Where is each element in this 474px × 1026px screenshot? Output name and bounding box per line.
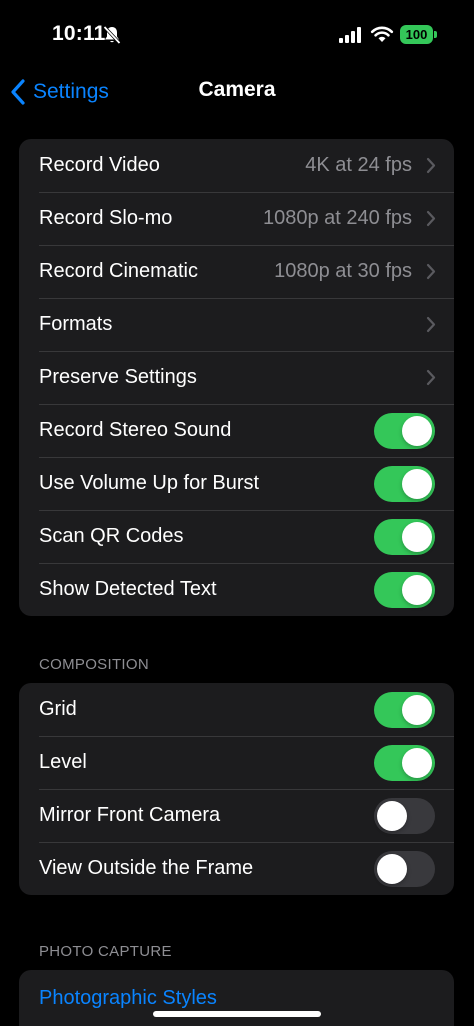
- formats-row[interactable]: Formats: [19, 298, 454, 351]
- volume-up-burst-toggle[interactable]: [374, 465, 435, 502]
- record-video-row[interactable]: Record Video 4K at 24 fps: [19, 139, 454, 192]
- row-label: Level: [39, 751, 87, 773]
- row-label: Scan QR Codes: [39, 525, 184, 547]
- level-toggle[interactable]: [374, 744, 435, 781]
- toggle-knob: [402, 468, 432, 499]
- photographic-styles-row[interactable]: Photographic Styles: [19, 970, 454, 1026]
- view-outside-frame-toggle[interactable]: [374, 850, 435, 887]
- view-outside-frame-row: View Outside the Frame: [19, 842, 454, 895]
- home-indicator: [153, 1011, 321, 1017]
- toggle-knob: [377, 800, 407, 831]
- mirror-front-camera-toggle[interactable]: [374, 797, 435, 834]
- toggle-knob: [402, 747, 432, 778]
- toggle-knob: [402, 415, 432, 446]
- record-cinematic-row[interactable]: Record Cinematic 1080p at 30 fps: [19, 245, 454, 298]
- row-label: Use Volume Up for Burst: [39, 472, 260, 494]
- photo-capture-group: Photographic Styles: [19, 970, 454, 1026]
- record-stereo-sound-toggle[interactable]: [374, 412, 435, 449]
- volume-up-burst-row: Use Volume Up for Burst: [19, 457, 454, 510]
- photographic-styles-link[interactable]: Photographic Styles: [39, 987, 217, 1010]
- record-stereo-sound-row: Record Stereo Sound: [19, 404, 454, 457]
- row-label: Mirror Front Camera: [39, 804, 221, 826]
- row-label: Preserve Settings: [39, 366, 197, 388]
- row-label: Show Detected Text: [39, 578, 217, 600]
- grid-toggle[interactable]: [374, 691, 435, 728]
- chevron-right-icon: [426, 369, 436, 386]
- mirror-front-camera-row: Mirror Front Camera: [19, 789, 454, 842]
- wifi-icon: [370, 26, 394, 42]
- chevron-right-icon: [426, 263, 436, 280]
- toggle-knob: [402, 694, 432, 725]
- row-label: View Outside the Frame: [39, 857, 254, 879]
- status-time: 10:11: [52, 22, 106, 45]
- scan-qr-codes-toggle[interactable]: [374, 518, 435, 555]
- grid-row: Grid: [19, 683, 454, 736]
- chevron-right-icon: [426, 157, 436, 174]
- composition-group: Grid Level Mirror Front Camera View Outs…: [19, 683, 454, 895]
- page-title: Camera: [198, 78, 276, 101]
- camera-settings-group: Record Video 4K at 24 fps Record Slo-mo …: [19, 139, 454, 616]
- level-row: Level: [19, 736, 454, 789]
- battery-icon: 100: [400, 25, 433, 44]
- status-bar: 10:11 100: [0, 0, 474, 72]
- scan-qr-codes-row: Scan QR Codes: [19, 510, 454, 563]
- row-label: Grid: [39, 698, 77, 720]
- battery-tip: [434, 31, 437, 38]
- photo-capture-header: PHOTO CAPTURE: [39, 943, 172, 960]
- chevron-right-icon: [426, 316, 436, 333]
- signal-icon: [339, 27, 361, 43]
- row-label: Record Stereo Sound: [39, 419, 232, 441]
- toggle-knob: [402, 574, 432, 605]
- show-detected-text-toggle[interactable]: [374, 571, 435, 608]
- row-value: 1080p at 240 fps: [262, 207, 412, 229]
- row-label: Record Cinematic: [39, 260, 198, 282]
- composition-header: COMPOSITION: [39, 656, 149, 673]
- show-detected-text-row: Show Detected Text: [19, 563, 454, 616]
- toggle-knob: [402, 521, 432, 552]
- row-value: 1080p at 30 fps: [274, 260, 412, 282]
- row-label: Formats: [39, 313, 113, 335]
- bell-slash-icon: [103, 25, 121, 45]
- preserve-settings-row[interactable]: Preserve Settings: [19, 351, 454, 404]
- row-value: 4K at 24 fps: [305, 154, 412, 176]
- row-label: Record Video: [39, 154, 160, 176]
- chevron-right-icon: [426, 210, 436, 227]
- toggle-knob: [377, 853, 407, 884]
- row-label: Record Slo-mo: [39, 207, 173, 229]
- record-slo-mo-row[interactable]: Record Slo-mo 1080p at 240 fps: [19, 192, 454, 245]
